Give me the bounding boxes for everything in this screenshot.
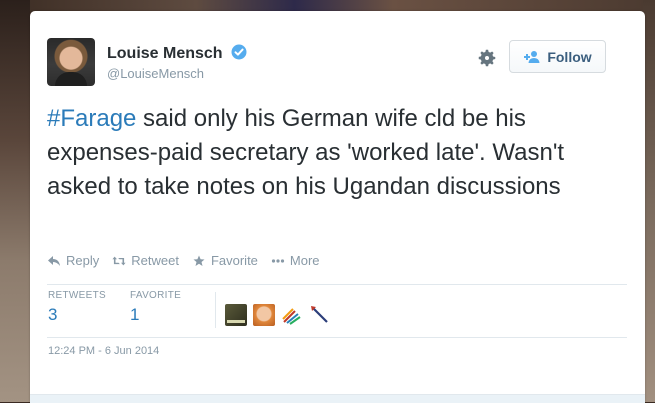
retweets-label: RETWEETS <box>48 290 106 301</box>
favoriter-avatar[interactable] <box>309 304 331 326</box>
retweet-label: Retweet <box>131 253 179 268</box>
tweet-actions: Reply Retweet Favorite More <box>47 253 320 268</box>
reply-label: Reply <box>66 253 100 268</box>
reply-arrow-icon <box>48 255 60 266</box>
hashtag-link[interactable]: #Farage <box>47 105 136 132</box>
stats-separator <box>215 292 216 328</box>
retweet-stat[interactable]: RETWEETS 3 <box>48 290 106 325</box>
dart-image <box>311 306 328 323</box>
follow-button-label: Follow <box>547 48 592 65</box>
backdrop-left <box>0 0 30 402</box>
avatar[interactable] <box>47 38 95 86</box>
person-plus-icon <box>524 50 540 63</box>
ellipsis-icon <box>271 258 285 263</box>
darts-image <box>282 308 301 325</box>
retweets-count: 3 <box>48 305 58 324</box>
tweet-text: #Farage said only his German wife cld be… <box>47 102 632 204</box>
favorites-label: FAVORITE <box>130 290 182 301</box>
star-icon <box>193 255 205 266</box>
favorites-count: 1 <box>130 305 140 324</box>
more-label: More <box>289 253 320 268</box>
gear-icon[interactable] <box>476 47 498 69</box>
avatar-shoulders <box>55 72 87 86</box>
retweet-button[interactable]: Retweet <box>112 253 179 268</box>
favorite-label: Favorite <box>210 253 258 268</box>
favoriter-avatar[interactable] <box>253 304 275 326</box>
tweet-card: Louise Mensch @LouiseMensch Follow #Fara… <box>30 11 645 403</box>
more-button[interactable]: More <box>271 253 320 268</box>
divider <box>47 284 627 285</box>
reply-button[interactable]: Reply <box>47 253 99 268</box>
user-handle[interactable]: @LouiseMensch <box>107 66 204 81</box>
tweet-timestamp[interactable]: 12:24 PM - 6 Jun 2014 <box>48 345 159 357</box>
favorite-stat[interactable]: FAVORITE 1 <box>130 290 181 325</box>
follow-button[interactable]: Follow <box>509 40 606 73</box>
user-name[interactable]: Louise Mensch <box>107 45 223 63</box>
favorite-button[interactable]: Favorite <box>192 253 258 268</box>
favoriter-avatar[interactable] <box>281 304 303 326</box>
divider <box>47 337 627 338</box>
favoriter-avatars <box>225 304 331 326</box>
favoriter-avatar[interactable] <box>225 304 247 326</box>
retweet-icon <box>112 256 126 265</box>
verified-badge-icon <box>231 44 247 60</box>
